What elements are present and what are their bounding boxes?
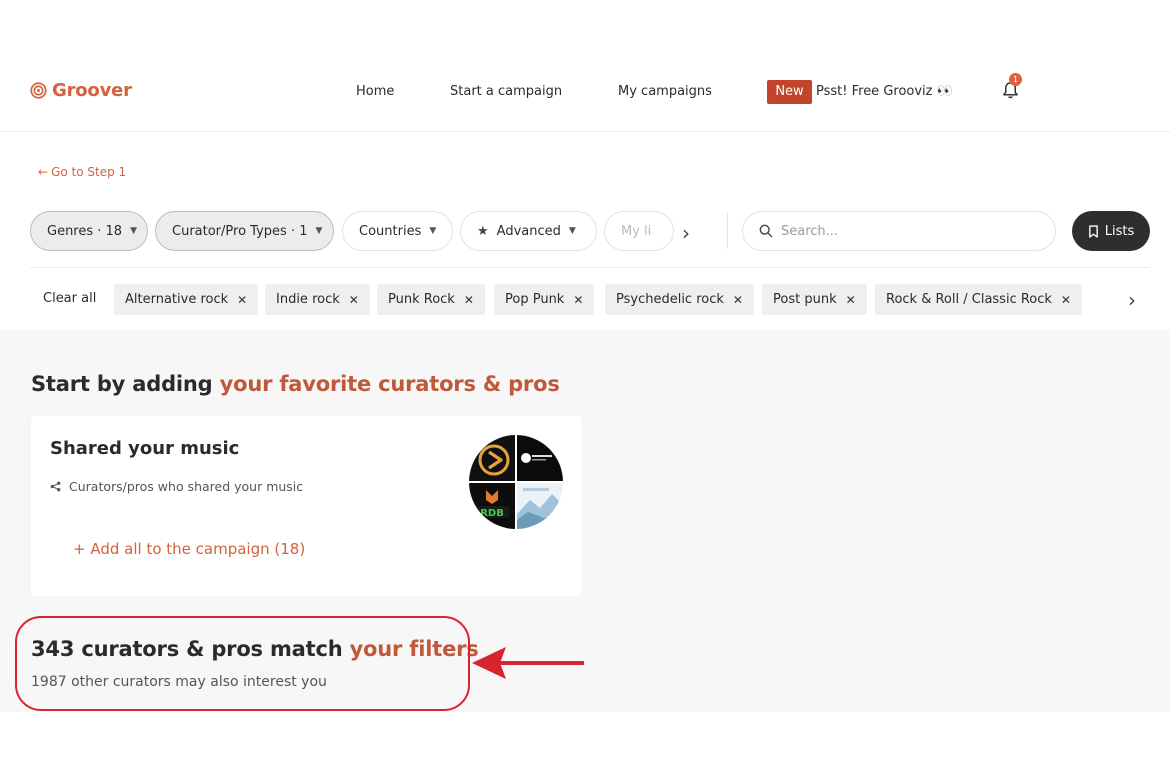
tag-pop-punk[interactable]: Pop Punk ✕ [494, 284, 595, 315]
caret-down-icon: ▼ [429, 226, 437, 236]
search-icon [759, 224, 773, 238]
back-link-label: Go to Step 1 [51, 165, 127, 179]
remove-tag-icon[interactable]: ✕ [464, 293, 474, 307]
tag-label: Alternative rock [125, 292, 229, 307]
my-lists-filter-label: My li [621, 223, 652, 239]
curator-types-filter[interactable]: Curator/Pro Types · 1 ▼ [155, 211, 334, 251]
tag-post-punk[interactable]: Post punk ✕ [762, 284, 867, 315]
clear-all-button[interactable]: Clear all [43, 291, 96, 306]
tag-label: Psychedelic rock [616, 292, 724, 307]
caret-down-icon: ▼ [568, 226, 576, 236]
free-grooviz-link[interactable]: Psst! Free Grooviz 👀 [816, 84, 953, 99]
tag-punk-rock[interactable]: Punk Rock ✕ [377, 284, 485, 315]
remove-tag-icon[interactable]: ✕ [846, 293, 856, 307]
curator-types-filter-label: Curator/Pro Types · 1 [172, 223, 308, 239]
star-icon: ★ [477, 223, 489, 239]
tag-rock-and-roll[interactable]: Rock & Roll / Classic Rock ✕ [875, 284, 1082, 315]
tag-psychedelic-rock[interactable]: Psychedelic rock ✕ [605, 284, 754, 315]
svg-text:RDB: RDB [480, 508, 504, 519]
advanced-filter-label: Advanced [496, 223, 561, 239]
main-content: Start by adding your favorite curators &… [0, 330, 1170, 712]
remove-tag-icon[interactable]: ✕ [1061, 293, 1071, 307]
curator-avatars: RDB [468, 434, 564, 530]
new-badge: New [767, 80, 812, 104]
remove-tag-icon[interactable]: ✕ [237, 293, 247, 307]
tag-label: Pop Punk [505, 292, 565, 307]
annotation-highlight-ring [15, 616, 470, 711]
caret-down-icon: ▼ [315, 226, 323, 236]
groover-logo[interactable]: Groover [30, 80, 132, 101]
annotation-arrow-icon [472, 647, 584, 679]
remove-tag-icon[interactable]: ✕ [573, 293, 583, 307]
tag-label: Rock & Roll / Classic Rock [886, 292, 1052, 307]
tags-fade-overlay [1078, 280, 1128, 320]
bookmark-icon [1088, 224, 1098, 238]
tag-label: Indie rock [276, 292, 340, 307]
tag-label: Post punk [773, 292, 837, 307]
groover-logo-icon [30, 82, 47, 99]
filters-scroll-right-icon[interactable]: › [682, 221, 690, 245]
genres-filter-label: Genres · 18 [47, 223, 123, 239]
favorites-section-title: Start by adding your favorite curators &… [31, 372, 560, 396]
search-input[interactable] [781, 223, 1031, 239]
remove-tag-icon[interactable]: ✕ [349, 293, 359, 307]
favorites-title-highlight: your favorite curators & pros [219, 372, 560, 396]
go-to-step-1-link[interactable]: ← Go to Step 1 [38, 165, 126, 179]
tags-scroll-right-icon[interactable]: › [1128, 288, 1136, 312]
card-subtitle-text: Curators/pros who shared your music [69, 479, 304, 494]
card-title: Shared your music [50, 438, 240, 459]
card-subtitle: Curators/pros who shared your music [50, 479, 303, 494]
favorites-title-text: Start by adding [31, 372, 220, 396]
top-header: Groover Home Start a campaign My campaig… [0, 52, 1170, 132]
logo-text: Groover [52, 80, 132, 101]
search-box[interactable] [742, 211, 1056, 251]
tag-alternative-rock[interactable]: Alternative rock ✕ [114, 284, 259, 315]
genres-filter[interactable]: Genres · 18 ▼ [30, 211, 148, 251]
nav-start-campaign[interactable]: Start a campaign [450, 84, 562, 99]
remove-tag-icon[interactable]: ✕ [733, 293, 743, 307]
advanced-filter[interactable]: ★ Advanced ▼ [460, 211, 597, 251]
countries-filter[interactable]: Countries ▼ [342, 211, 453, 251]
my-lists-filter[interactable]: My li [604, 211, 674, 251]
tag-indie-rock[interactable]: Indie rock ✕ [265, 284, 370, 315]
tag-label: Punk Rock [388, 292, 455, 307]
notification-count-badge: 1 [1009, 73, 1022, 86]
lists-button[interactable]: Lists [1072, 211, 1150, 251]
nav-home[interactable]: Home [356, 84, 394, 99]
lists-button-label: Lists [1104, 223, 1135, 239]
nav-my-campaigns[interactable]: My campaigns [618, 84, 712, 99]
arrow-left-icon: ← [38, 165, 49, 179]
countries-filter-label: Countries [359, 223, 422, 239]
filters-divider [30, 267, 1150, 268]
caret-down-icon: ▼ [130, 226, 138, 236]
filter-divider [727, 213, 728, 249]
share-icon [50, 481, 61, 492]
add-all-to-campaign-button[interactable]: + Add all to the campaign (18) [73, 540, 305, 558]
shared-your-music-card: Shared your music Curators/pros who shar… [31, 416, 582, 596]
